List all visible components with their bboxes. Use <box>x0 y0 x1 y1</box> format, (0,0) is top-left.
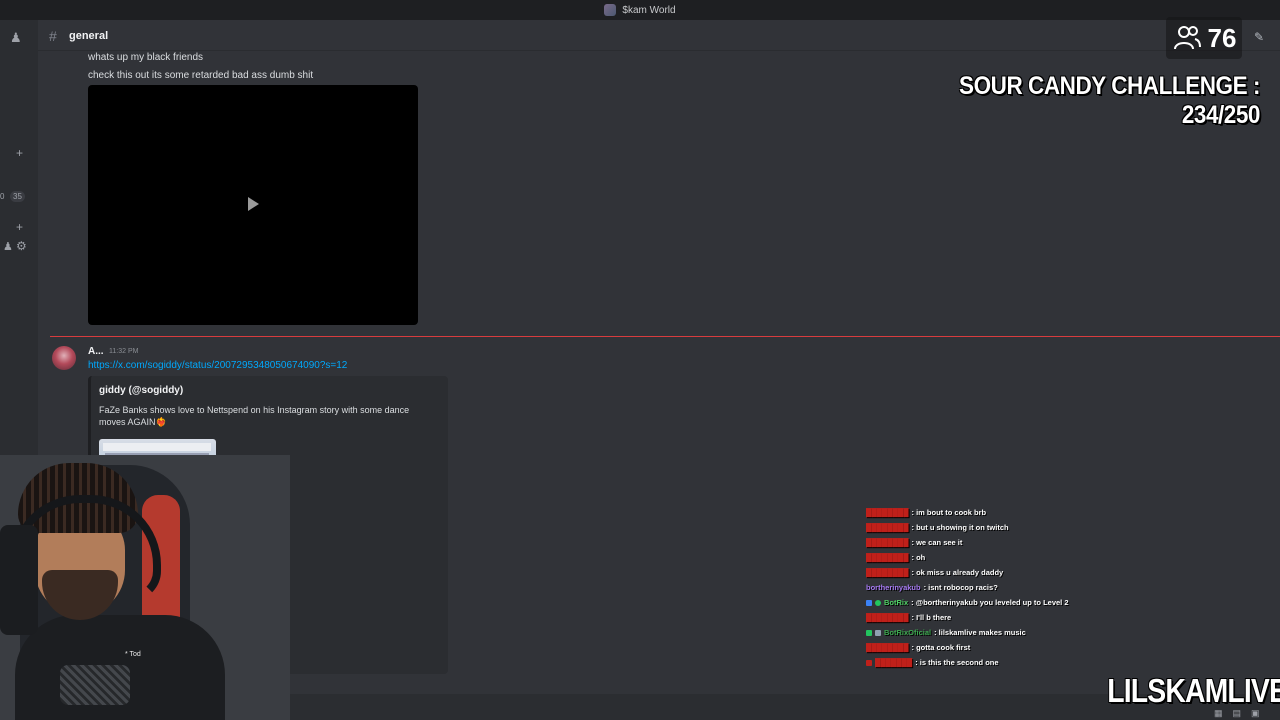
chat-text: : I'll b there <box>911 613 952 622</box>
chat-user: BotRixOficial <box>884 628 932 637</box>
embed-description: FaZe Banks shows love to Nettspend on hi… <box>99 405 410 427</box>
chat-user: ████████ <box>866 538 909 547</box>
chat-user: ████████ <box>866 643 909 652</box>
user-add-icon[interactable]: ♟ <box>10 30 22 46</box>
bot-badge-icon <box>866 599 872 606</box>
chat-text: : isnt robocop racis? <box>923 583 998 592</box>
add-channel-button-2[interactable]: + <box>16 220 23 234</box>
channel-name[interactable]: general <box>69 30 108 42</box>
bot-badge-icon <box>875 629 881 636</box>
stream-chat: ████████: im bout to cook brb ████████: … <box>866 505 1166 670</box>
chat-text: : is this the second one <box>915 658 999 667</box>
chat-user: ████████ <box>866 508 909 517</box>
channel-header: # general <box>38 20 1280 51</box>
viewer-count-value: 76 <box>1207 22 1237 53</box>
avatar[interactable] <box>52 346 76 370</box>
webcam-tag: * Tod <box>125 651 141 658</box>
message-author[interactable]: A... <box>88 346 104 357</box>
sub-badge-icon <box>866 659 872 666</box>
chat-user: BotRix <box>884 598 909 607</box>
window-title: $kam World <box>622 4 676 16</box>
chat-user: ████████ <box>866 553 909 562</box>
chat-text: : but u showing it on twitch <box>911 523 1009 532</box>
chat-text: : we can see it <box>911 538 963 547</box>
chat-line: ███████: is this the second one <box>866 655 1166 670</box>
chat-line: BotRixOficial: lilskamlive makes music <box>866 625 1166 640</box>
play-icon[interactable] <box>248 197 259 211</box>
chat-text: : @bortherinyakub you leveled up to Leve… <box>911 598 1069 607</box>
chat-line: ████████: ok miss u already daddy <box>866 565 1166 580</box>
streamer-brand: LILSKAMLIVE <box>1107 672 1280 709</box>
chat-line: ████████: gotta cook first <box>866 640 1166 655</box>
window-title-area: $kam World <box>0 0 1280 20</box>
message-line: whats up my black friends <box>88 52 204 63</box>
chat-text: : lilskamlive makes music <box>934 628 1026 637</box>
challenge-counter: SOUR CANDY CHALLENGE : 234/250 <box>959 72 1260 129</box>
chat-user: bortherinyakub <box>866 583 921 592</box>
chat-text: : ok miss u already daddy <box>911 568 1004 577</box>
message-timestamp: 11:32 PM <box>109 348 139 355</box>
chat-line: BotRix: @bortherinyakub you leveled up t… <box>866 595 1166 610</box>
chat-user: ████████ <box>866 613 909 622</box>
shirt-print <box>60 665 130 705</box>
message-line: check this out its some retarded bad ass… <box>88 70 314 81</box>
member-count-badge: 35 <box>10 191 25 202</box>
mod-badge-icon <box>866 629 872 636</box>
window-titlebar: $kam World <box>0 0 1280 20</box>
viewers-icon <box>1173 26 1201 50</box>
member-count-left: 0 <box>0 192 5 201</box>
viewer-count: 76 <box>1166 17 1242 59</box>
chat-line: ████████: im bout to cook brb <box>866 505 1166 520</box>
chat-text: : im bout to cook brb <box>911 508 987 517</box>
gear-icon[interactable]: ⚙ <box>16 239 27 253</box>
chat-user: ████████ <box>866 568 909 577</box>
add-channel-button[interactable]: + <box>16 146 23 160</box>
hash-icon: # <box>49 28 57 44</box>
video-embed[interactable] <box>88 85 418 325</box>
chat-line: ████████: I'll b there <box>866 610 1166 625</box>
microphone <box>0 525 38 635</box>
user-settings-icon[interactable]: ♟ <box>3 240 13 253</box>
chat-line: ████████: oh <box>866 550 1166 565</box>
webcam-overlay: * Tod <box>0 455 290 720</box>
message-link[interactable]: https://x.com/sogiddy/status/20072953480… <box>88 360 347 371</box>
embed-title[interactable]: giddy (@sogiddy) <box>99 385 183 396</box>
chat-text: : gotta cook first <box>911 643 971 652</box>
chat-line: ████████: but u showing it on twitch <box>866 520 1166 535</box>
chat-text: : oh <box>911 553 926 562</box>
new-messages-divider <box>50 336 1280 337</box>
verified-badge-icon <box>875 599 881 606</box>
screenshot-header <box>103 443 211 451</box>
pin-icon[interactable]: ✎ <box>1254 30 1264 44</box>
server-icon <box>604 4 617 16</box>
chat-user: ████████ <box>866 523 909 532</box>
chat-line: bortherinyakub: isnt robocop racis? <box>866 580 1166 595</box>
chat-user: ███████ <box>875 658 913 667</box>
chat-line: ████████: we can see it <box>866 535 1166 550</box>
